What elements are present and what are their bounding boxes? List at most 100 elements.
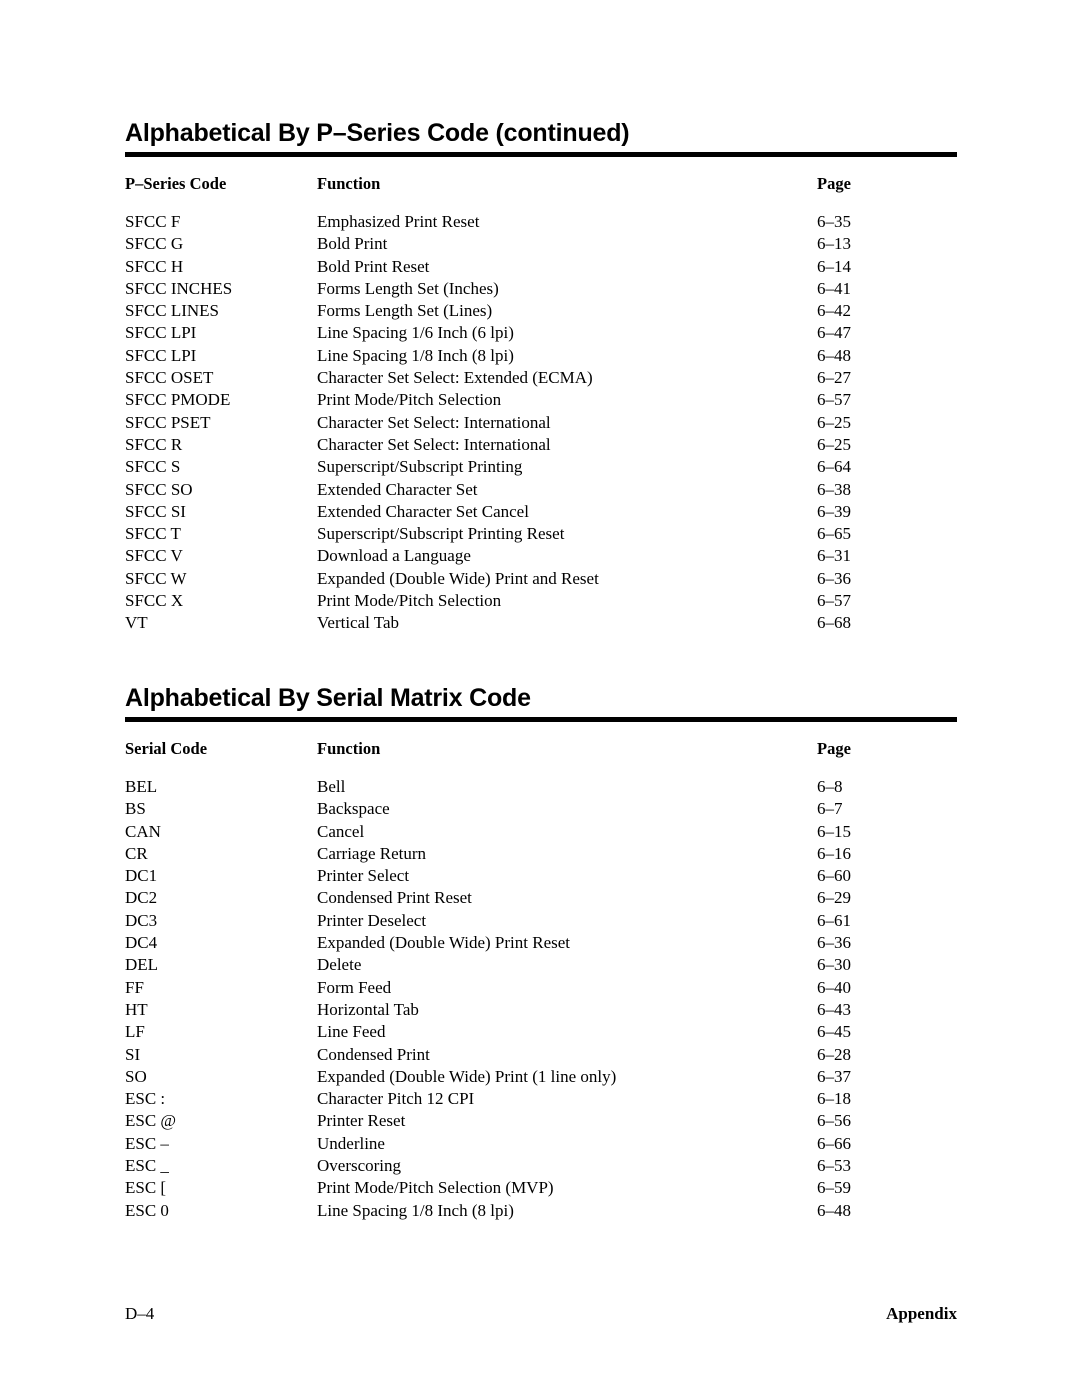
cell-code: SFCC R xyxy=(125,434,183,454)
table-row: SI Condensed Print 6–28 xyxy=(125,1044,957,1066)
cell-function: Expanded (Double Wide) Print (1 line onl… xyxy=(317,1066,617,1086)
cell-code: SFCC SI xyxy=(125,501,186,521)
cell-function: Extended Character Set Cancel xyxy=(317,501,529,521)
cell-code: SFCC INCHES xyxy=(125,278,233,298)
cell-page: 6–36 xyxy=(817,933,851,953)
table-row: SFCC PMODE Print Mode/Pitch Selection 6–57 xyxy=(125,389,957,411)
cell-function: Condensed Print Reset xyxy=(317,888,472,908)
cell-code: SFCC H xyxy=(125,256,184,276)
table-row: VT Vertical Tab 6–68 xyxy=(125,612,957,634)
cell-function: Line Spacing 1/8 Inch (8 lpi) xyxy=(317,345,514,365)
cell-page: 6–57 xyxy=(817,591,851,611)
cell-code: ESC [ xyxy=(125,1178,167,1198)
table-row: DEL Delete 6–30 xyxy=(125,954,957,976)
table-row: SFCC F Emphasized Print Reset 6–35 xyxy=(125,211,957,233)
cell-page: 6–41 xyxy=(817,278,851,298)
cell-page: 6–35 xyxy=(817,212,851,231)
table-row: BEL Bell 6–8 xyxy=(125,776,957,798)
table-row: BS Backspace 6–7 xyxy=(125,798,957,820)
cell-page: 6–59 xyxy=(817,1178,851,1198)
cell-function: Condensed Print xyxy=(317,1044,430,1064)
cell-code: SFCC OSET xyxy=(125,368,214,388)
cell-page: 6–61 xyxy=(817,910,851,930)
cell-code: CR xyxy=(125,843,148,863)
cell-page: 6–48 xyxy=(817,345,851,365)
table-header-row: P–Series Code Function Page xyxy=(125,174,957,211)
table-row: DC4 Expanded (Double Wide) Print Reset 6–3… xyxy=(125,932,957,954)
cell-function: Backspace xyxy=(317,799,390,819)
cell-function: Superscript/Subscript Printing xyxy=(317,457,523,477)
column-header-page: Page xyxy=(817,174,851,193)
cell-function: Printer Select xyxy=(317,866,410,886)
cell-function: Carriage Return xyxy=(317,843,427,863)
cell-page: 6–45 xyxy=(817,1022,851,1042)
cell-code: ESC – xyxy=(125,1133,169,1153)
section-p-series-code: Alphabetical By P–Series Code (continued… xyxy=(125,118,957,635)
column-header-code: Serial Code xyxy=(125,739,208,758)
cell-function: Forms Length Set (Inches) xyxy=(317,278,499,298)
cell-function: Line Spacing 1/6 Inch (6 lpi) xyxy=(317,323,514,343)
section-divider-rule xyxy=(125,717,957,722)
table-row: ESC [ Print Mode/Pitch Selection (MVP) 6–5… xyxy=(125,1177,957,1199)
table-row: SFCC G Bold Print 6–13 xyxy=(125,233,957,255)
document-page: Alphabetical By P–Series Code (continued… xyxy=(0,0,1080,1397)
table-row: CR Carriage Return 6–16 xyxy=(125,843,957,865)
table-row: ESC _ Overscoring 6–53 xyxy=(125,1155,957,1177)
cell-function: Bold Print Reset xyxy=(317,256,430,276)
cell-function: Underline xyxy=(317,1133,385,1153)
page-footer: D–4 Appendix xyxy=(125,1303,957,1327)
cell-function: Bold Print xyxy=(317,234,388,254)
cell-page: 6–64 xyxy=(817,457,851,477)
table-header-row: Serial Code Function Page xyxy=(125,739,957,776)
section-divider-rule xyxy=(125,152,957,157)
cell-function: Character Set Select: International xyxy=(317,434,551,454)
cell-function: Print Mode/Pitch Selection (MVP) xyxy=(317,1178,554,1198)
cell-function: Expanded (Double Wide) Print and Reset xyxy=(317,568,599,588)
table-row: SFCC PSET Character Set Select: Internati… xyxy=(125,412,957,434)
section-title: Alphabetical By P–Series Code (continued… xyxy=(125,119,630,147)
table-row: SFCC T Superscript/Subscript Printing Res… xyxy=(125,523,957,545)
table-row: SFCC H Bold Print Reset 6–14 xyxy=(125,256,957,278)
cell-code: CAN xyxy=(125,821,161,841)
cell-page: 6–66 xyxy=(817,1133,851,1153)
cell-function: Character Pitch 12 CPI xyxy=(317,1089,475,1109)
cell-function: Horizontal Tab xyxy=(317,999,419,1019)
footer-page-number: D–4 xyxy=(125,1304,155,1323)
table-row: ESC : Character Pitch 12 CPI 6–18 xyxy=(125,1088,957,1110)
cell-page: 6–25 xyxy=(817,434,851,454)
cell-code: SFCC W xyxy=(125,568,187,588)
cell-code: LF xyxy=(125,1022,145,1042)
section-title: Alphabetical By Serial Matrix Code xyxy=(125,684,531,712)
table-row: HT Horizontal Tab 6–43 xyxy=(125,999,957,1021)
cell-page: 6–27 xyxy=(817,368,851,388)
cell-code: DEL xyxy=(125,955,159,975)
table-row: SFCC S Superscript/Subscript Printing 6–64 xyxy=(125,456,957,478)
cell-code: SO xyxy=(125,1066,147,1086)
table-row: ESC – Underline 6–66 xyxy=(125,1133,957,1155)
cell-page: 6–15 xyxy=(817,821,851,841)
cell-code: DC4 xyxy=(125,933,158,953)
cell-page: 6–28 xyxy=(817,1044,851,1064)
cell-page: 6–60 xyxy=(817,866,851,886)
cell-code: SFCC SO xyxy=(125,479,193,499)
cell-code: ESC 0 xyxy=(125,1200,169,1220)
footer-section-label: Appendix xyxy=(886,1304,957,1323)
cell-code: DC2 xyxy=(125,888,158,908)
cell-code: SFCC T xyxy=(125,524,181,544)
cell-code: SFCC LPI xyxy=(125,323,197,343)
cell-page: 6–42 xyxy=(817,301,851,321)
cell-code: SFCC LPI xyxy=(125,345,197,365)
table-row: SFCC OSET Character Set Select: Extended … xyxy=(125,367,957,389)
cell-code: FF xyxy=(125,977,144,997)
cell-page: 6–31 xyxy=(817,546,851,566)
column-header-function: Function xyxy=(317,739,381,758)
cell-code: SFCC V xyxy=(125,546,183,566)
cell-code: VT xyxy=(125,613,148,633)
table-row: SFCC LPI Line Spacing 1/6 Inch (6 lpi) 6–4… xyxy=(125,322,957,344)
table-row: LF Line Feed 6–45 xyxy=(125,1021,957,1043)
column-header-page: Page xyxy=(817,739,851,758)
cell-page: 6–40 xyxy=(817,977,851,997)
cell-page: 6–37 xyxy=(817,1066,851,1086)
cell-page: 6–29 xyxy=(817,888,851,908)
cell-code: HT xyxy=(125,999,148,1019)
